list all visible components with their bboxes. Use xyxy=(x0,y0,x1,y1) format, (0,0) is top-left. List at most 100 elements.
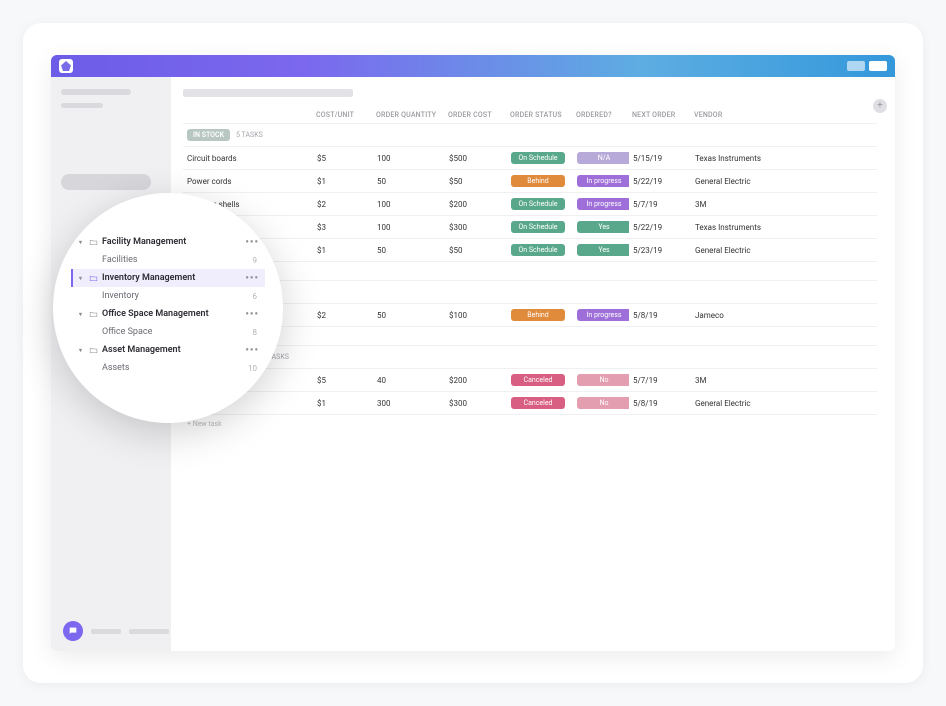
vendor: Jameco xyxy=(691,304,877,327)
sidebar-placeholder xyxy=(61,103,103,108)
section-badge: IN STOCK xyxy=(187,129,230,141)
order-cost: $300 xyxy=(445,392,507,415)
order-status[interactable]: Behind xyxy=(507,304,573,327)
folder-menu-button[interactable]: ••• xyxy=(245,237,265,248)
vendor: Texas Instruments xyxy=(691,216,877,239)
section-count: 5 TASKS xyxy=(236,131,263,139)
sidebar-folder[interactable]: ▾ Office Space Management••• xyxy=(71,305,265,323)
next-order: 5/22/19 xyxy=(629,170,691,193)
cost-unit: $2 xyxy=(313,193,373,216)
ordered[interactable]: In progress xyxy=(573,193,629,216)
cost-unit: $3 xyxy=(313,216,373,239)
sidebar-list[interactable]: Office Space8 xyxy=(71,323,265,341)
ordered[interactable]: No xyxy=(573,369,629,392)
sidebar-list[interactable]: Facilities9 xyxy=(71,251,265,269)
add-column-button[interactable]: + xyxy=(873,99,887,113)
folder-menu-button[interactable]: ••• xyxy=(245,273,265,284)
folder-label: Office Space Management xyxy=(99,309,245,319)
vendor: General Electric xyxy=(691,170,877,193)
new-task-row[interactable]: + New task xyxy=(183,327,877,346)
column-header[interactable]: ORDER QUANTITY xyxy=(373,107,445,124)
table-row[interactable]: USB cords$250$100BehindIn progress5/8/19… xyxy=(183,304,877,327)
cost-unit: $2 xyxy=(313,304,373,327)
ordered[interactable]: Yes xyxy=(573,216,629,239)
list-count: 9 xyxy=(253,256,266,265)
section-header[interactable]: NO LONGER USED2 TASKS xyxy=(183,346,877,369)
list-label: Facilities xyxy=(99,255,253,265)
order-status[interactable]: Canceled xyxy=(507,392,573,415)
chat-button[interactable] xyxy=(63,621,83,641)
table-row[interactable]: Capacitors$1300$300CanceledNo5/8/19Gener… xyxy=(183,392,877,415)
table-row[interactable]: Power cords$150$50BehindIn progress5/22/… xyxy=(183,170,877,193)
search-input[interactable] xyxy=(61,174,151,190)
vendor: General Electric xyxy=(691,239,877,262)
sidebar-folder[interactable]: ▾ Asset Management••• xyxy=(71,341,265,359)
folder-label: Inventory Management xyxy=(99,273,245,283)
order-status[interactable]: On Schedule xyxy=(507,193,573,216)
ordered[interactable]: In progress xyxy=(573,304,629,327)
table-row[interactable]: Metal cases$540$200CanceledNo5/7/193M xyxy=(183,369,877,392)
window-maximize-button[interactable] xyxy=(869,61,887,71)
next-order: 5/7/19 xyxy=(629,193,691,216)
folder-menu-button[interactable]: ••• xyxy=(245,345,265,356)
table-row[interactable]: Ribbon cables$150$50On ScheduleYes5/23/1… xyxy=(183,239,877,262)
order-status[interactable]: Canceled xyxy=(507,369,573,392)
list-label: Office Space xyxy=(99,327,253,337)
ordered[interactable]: Yes xyxy=(573,239,629,262)
ordered[interactable]: No xyxy=(573,392,629,415)
order-cost: $300 xyxy=(445,216,507,239)
order-status[interactable]: Behind xyxy=(507,170,573,193)
column-header[interactable]: COST/UNIT xyxy=(313,107,373,124)
order-status[interactable]: On Schedule xyxy=(507,216,573,239)
order-status[interactable]: On Schedule xyxy=(507,239,573,262)
column-header[interactable]: VENDOR xyxy=(691,107,877,124)
order-status[interactable]: On Schedule xyxy=(507,147,573,170)
sidebar-list[interactable]: Inventory6 xyxy=(71,287,265,305)
app-logo-icon xyxy=(59,59,73,73)
footer-placeholder xyxy=(91,629,121,634)
order-cost: $50 xyxy=(445,239,507,262)
column-header[interactable]: NEXT ORDER xyxy=(629,107,691,124)
window-minimize-button[interactable] xyxy=(847,61,865,71)
footer xyxy=(63,621,169,641)
section-header[interactable]: OUT OF STOCK1 TASK xyxy=(183,281,877,304)
table-row[interactable]: Circuit boards$5100$500On ScheduleN/A5/1… xyxy=(183,147,877,170)
cost-unit: $5 xyxy=(313,147,373,170)
folder-menu-button[interactable]: ••• xyxy=(245,309,265,320)
cost-unit: $5 xyxy=(313,369,373,392)
order-qty: 100 xyxy=(373,193,445,216)
ordered[interactable]: N/A xyxy=(573,147,629,170)
order-cost: $500 xyxy=(445,147,507,170)
sidebar-folder[interactable]: ▾Facility Management••• xyxy=(71,233,265,251)
table-row[interactable]: Housing shells$2100$200On ScheduleIn pro… xyxy=(183,193,877,216)
table-row[interactable]: Displays$3100$300On ScheduleYes5/22/19Te… xyxy=(183,216,877,239)
column-header[interactable]: ORDER STATUS xyxy=(507,107,573,124)
new-task-row[interactable]: + New task xyxy=(183,262,877,281)
cost-unit: $1 xyxy=(313,239,373,262)
vendor: Texas Instruments xyxy=(691,147,877,170)
window-controls xyxy=(847,61,887,71)
chevron-down-icon: ▾ xyxy=(79,347,87,354)
order-cost: $200 xyxy=(445,193,507,216)
sidebar-list[interactable]: Assets10 xyxy=(71,359,265,377)
new-task-row[interactable]: + New task xyxy=(183,415,877,434)
list-count: 10 xyxy=(248,364,265,373)
vendor: General Electric xyxy=(691,392,877,415)
column-header[interactable]: ORDERED? xyxy=(573,107,629,124)
chevron-down-icon: ▾ xyxy=(79,239,87,246)
order-qty: 300 xyxy=(373,392,445,415)
vendor: 3M xyxy=(691,369,877,392)
title-bar xyxy=(51,55,895,77)
order-cost: $100 xyxy=(445,304,507,327)
folder-label: Asset Management xyxy=(99,345,245,355)
sidebar-folder[interactable]: ▾Inventory Management••• xyxy=(71,269,265,287)
table-head: COST/UNITORDER QUANTITYORDER COSTORDER S… xyxy=(183,107,877,124)
section-header[interactable]: IN STOCK 5 TASKS xyxy=(183,124,877,147)
list-count: 6 xyxy=(253,292,266,301)
folder-icon xyxy=(87,310,99,319)
next-order: 5/15/19 xyxy=(629,147,691,170)
next-order: 5/8/19 xyxy=(629,392,691,415)
chevron-down-icon: ▾ xyxy=(79,311,87,318)
column-header[interactable]: ORDER COST xyxy=(445,107,507,124)
ordered[interactable]: In progress xyxy=(573,170,629,193)
